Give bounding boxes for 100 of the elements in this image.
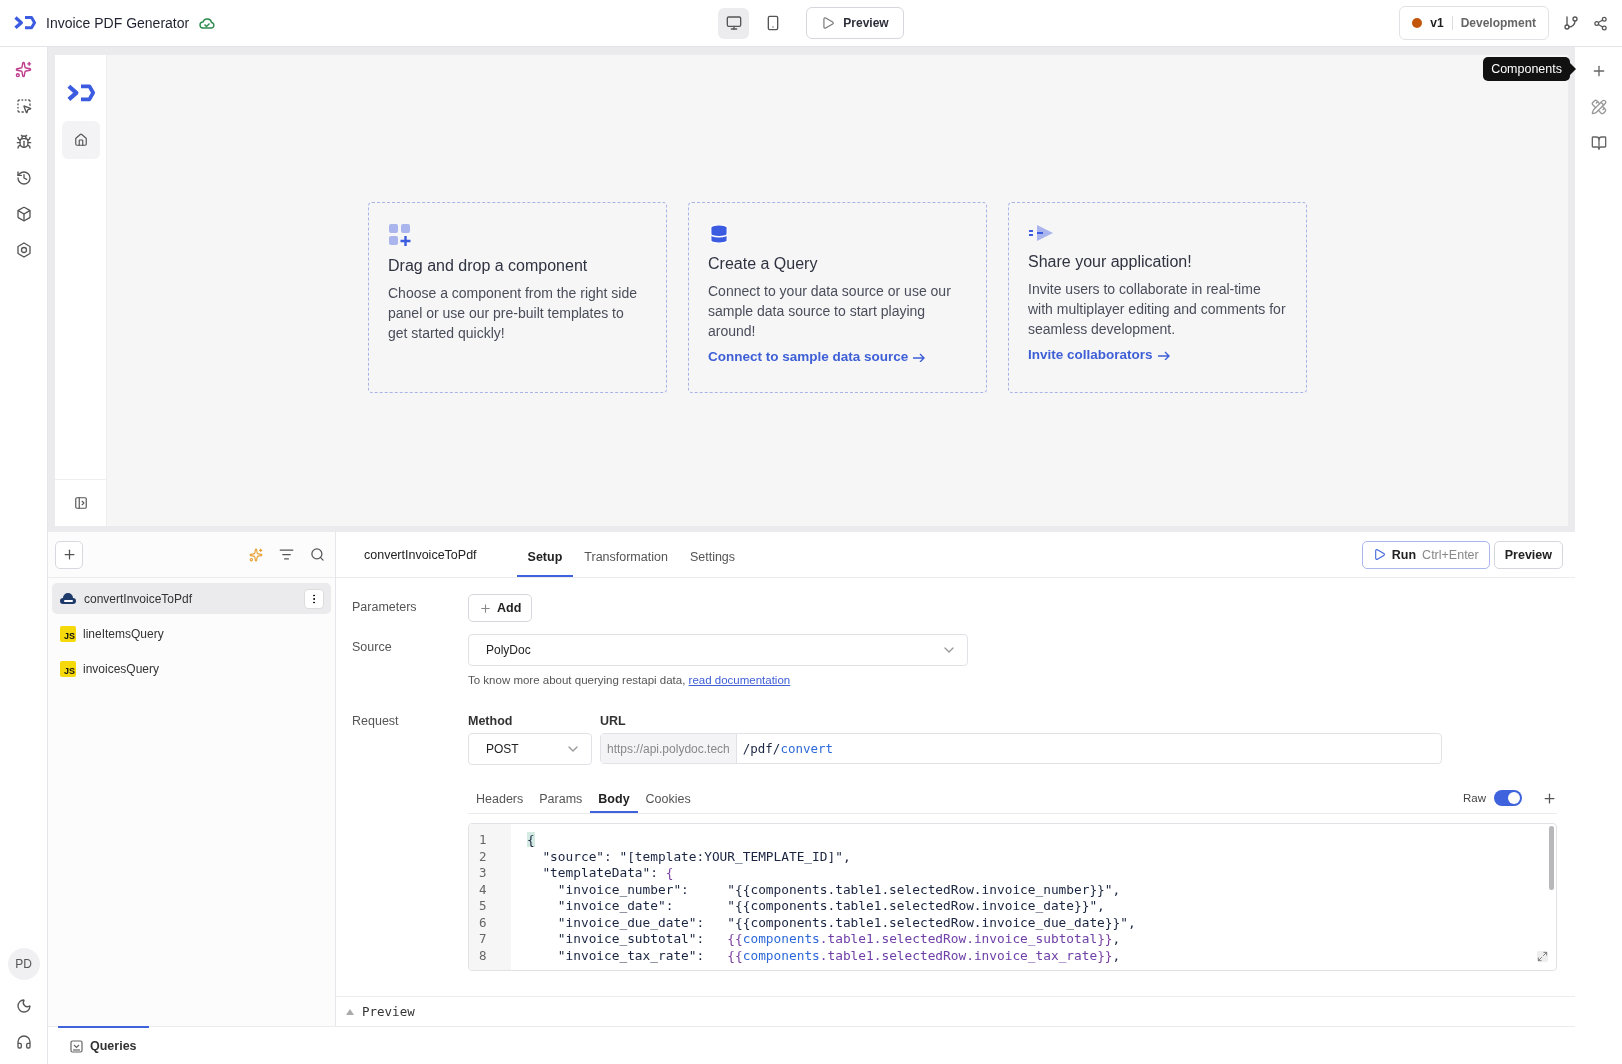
panel-icon[interactable] bbox=[73, 496, 88, 510]
desktop-view-button[interactable] bbox=[718, 7, 750, 39]
editor-tab[interactable]: Transformation bbox=[573, 550, 679, 577]
help-text: To know more about querying restapi data, read documentation bbox=[468, 674, 792, 686]
monitor-icon bbox=[725, 15, 742, 31]
card-text: Connect to your data source or use our sample data source to start playing around! bbox=[708, 282, 952, 341]
card-title: Share your application! bbox=[1028, 253, 1193, 271]
settings-icon[interactable] bbox=[15, 242, 32, 258]
field-label: Parameters bbox=[352, 599, 418, 616]
expand-icon[interactable] bbox=[1537, 951, 1548, 962]
query-name: convertInvoiceToPdf bbox=[84, 591, 194, 606]
query-item[interactable]: convertInvoiceToPdf bbox=[52, 583, 331, 614]
card-link[interactable]: Connect to sample data source bbox=[708, 349, 927, 364]
line-number: 3 bbox=[478, 865, 488, 882]
plus-icon bbox=[61, 547, 77, 562]
line-number: 1 bbox=[478, 832, 488, 849]
query-item[interactable]: JS lineItemsQuery bbox=[52, 618, 331, 649]
pencil-ruler-icon[interactable] bbox=[1590, 99, 1607, 115]
code-editor[interactable] bbox=[468, 823, 1557, 971]
query-name: lineItemsQuery bbox=[83, 626, 165, 641]
card-link[interactable]: Invite collaborators bbox=[1028, 347, 1171, 362]
url-label: URL bbox=[600, 714, 627, 728]
source-select[interactable]: PolyDoc bbox=[468, 634, 968, 666]
query-item[interactable]: JS invoicesQuery bbox=[52, 653, 331, 684]
filter-icon[interactable] bbox=[279, 547, 294, 562]
triangle-icon bbox=[346, 1008, 354, 1015]
code-line: "invoice_subtotal": {{components.table1.selectedRow.invoice_subtotal}}, bbox=[556, 931, 1121, 948]
sparkles-icon[interactable] bbox=[15, 61, 32, 78]
card-title: Drag and drop a component bbox=[388, 257, 589, 275]
method-select[interactable]: POST bbox=[468, 733, 592, 765]
preview-bar[interactable]: Preview bbox=[336, 996, 1575, 1026]
query-title: convertInvoiceToPdf bbox=[364, 547, 477, 562]
editor-tab[interactable]: Settings bbox=[678, 550, 747, 577]
run-button[interactable]: Run Ctrl+Enter bbox=[1361, 540, 1490, 569]
preview-button[interactable]: Preview bbox=[1493, 540, 1563, 569]
url-field[interactable]: https://api.polydoc.tech /pdf/convert bbox=[600, 733, 1442, 764]
queries-tab[interactable]: Queries bbox=[58, 1026, 149, 1064]
add-icon[interactable] bbox=[1542, 790, 1557, 806]
card-title: Create a Query bbox=[708, 255, 819, 273]
cloud-api-icon bbox=[60, 592, 77, 605]
plus-icon bbox=[479, 601, 492, 615]
tooltip: Components bbox=[1483, 57, 1576, 81]
line-number: 5 bbox=[478, 898, 488, 915]
play-icon bbox=[821, 16, 836, 30]
code-line: "invoice_date": "{{components.table1.selectedRow.invoice_date}}", bbox=[556, 898, 1105, 915]
select-icon[interactable] bbox=[15, 98, 32, 114]
add-parameter-button[interactable]: Add bbox=[468, 594, 533, 622]
play-icon bbox=[1372, 548, 1386, 561]
field-label: Request bbox=[352, 713, 400, 730]
line-number: 6 bbox=[478, 914, 488, 931]
line-number: 2 bbox=[478, 848, 488, 865]
grid-add-icon bbox=[388, 223, 412, 247]
logo-icon bbox=[14, 15, 36, 31]
code-line: "invoice_due_date": "{{components.table1.selectedRow.invoice_due_date}}", bbox=[556, 914, 1136, 931]
line-number: 4 bbox=[478, 881, 488, 898]
editor-tab[interactable]: Setup bbox=[516, 550, 574, 577]
line-number: 7 bbox=[478, 931, 488, 948]
branch-icon[interactable] bbox=[1563, 15, 1579, 31]
cloud-check-icon bbox=[199, 16, 216, 30]
send-icon bbox=[1028, 223, 1054, 243]
body-tab[interactable]: Cookies bbox=[637, 792, 699, 813]
version-selector[interactable]: v1 Development bbox=[1399, 6, 1549, 40]
documentation-link[interactable]: read documentation bbox=[688, 674, 791, 686]
field-label: Source bbox=[352, 639, 393, 656]
logo-icon bbox=[66, 83, 95, 103]
code-line: "templateData": { bbox=[541, 865, 674, 882]
line-number: 8 bbox=[478, 947, 488, 964]
panel-icon bbox=[70, 1039, 83, 1053]
home-button[interactable] bbox=[61, 120, 100, 159]
body-tab[interactable]: Params bbox=[531, 792, 591, 813]
arrow-icon bbox=[912, 351, 927, 362]
search-icon[interactable] bbox=[310, 547, 325, 562]
js-badge: JS bbox=[60, 660, 76, 677]
raw-label: Raw bbox=[1463, 792, 1486, 804]
cube-icon[interactable] bbox=[15, 206, 32, 222]
card-text: Choose a component from the right side panel or use our pre-built templates to get started quickly! bbox=[388, 284, 639, 343]
status-dot bbox=[1412, 18, 1423, 28]
arrow-icon bbox=[1156, 349, 1171, 360]
moon-icon[interactable] bbox=[15, 998, 32, 1014]
add-query-button[interactable] bbox=[55, 540, 83, 569]
body-tab[interactable]: Headers bbox=[468, 792, 532, 813]
database-icon bbox=[708, 223, 730, 245]
code-line: "invoice_tax_rate": {{components.table1.selectedRow.invoice_tax_rate}}, bbox=[556, 947, 1121, 964]
code-line: "source": "[template:YOUR_TEMPLATE_ID]", bbox=[541, 848, 851, 865]
home-icon bbox=[73, 132, 88, 147]
card-text: Invite users to collaborate in real-time with multiplayer editing and comments for seamless development. bbox=[1028, 280, 1287, 339]
raw-toggle[interactable] bbox=[1494, 790, 1522, 806]
app-title: Invoice PDF Generator bbox=[46, 15, 190, 31]
body-tab[interactable]: Body bbox=[590, 792, 638, 813]
book-icon[interactable] bbox=[1590, 135, 1607, 151]
scrollbar[interactable] bbox=[1549, 826, 1554, 890]
method-label: Method bbox=[468, 714, 514, 728]
js-badge: JS bbox=[60, 625, 76, 642]
share-icon[interactable] bbox=[1593, 15, 1608, 31]
headset-icon[interactable] bbox=[15, 1034, 32, 1050]
bug-icon[interactable] bbox=[15, 134, 32, 150]
query-name: invoicesQuery bbox=[83, 661, 161, 676]
preview-button[interactable]: Preview bbox=[806, 7, 904, 39]
user-avatar[interactable]: PD bbox=[7, 948, 40, 980]
history-icon[interactable] bbox=[15, 170, 32, 186]
